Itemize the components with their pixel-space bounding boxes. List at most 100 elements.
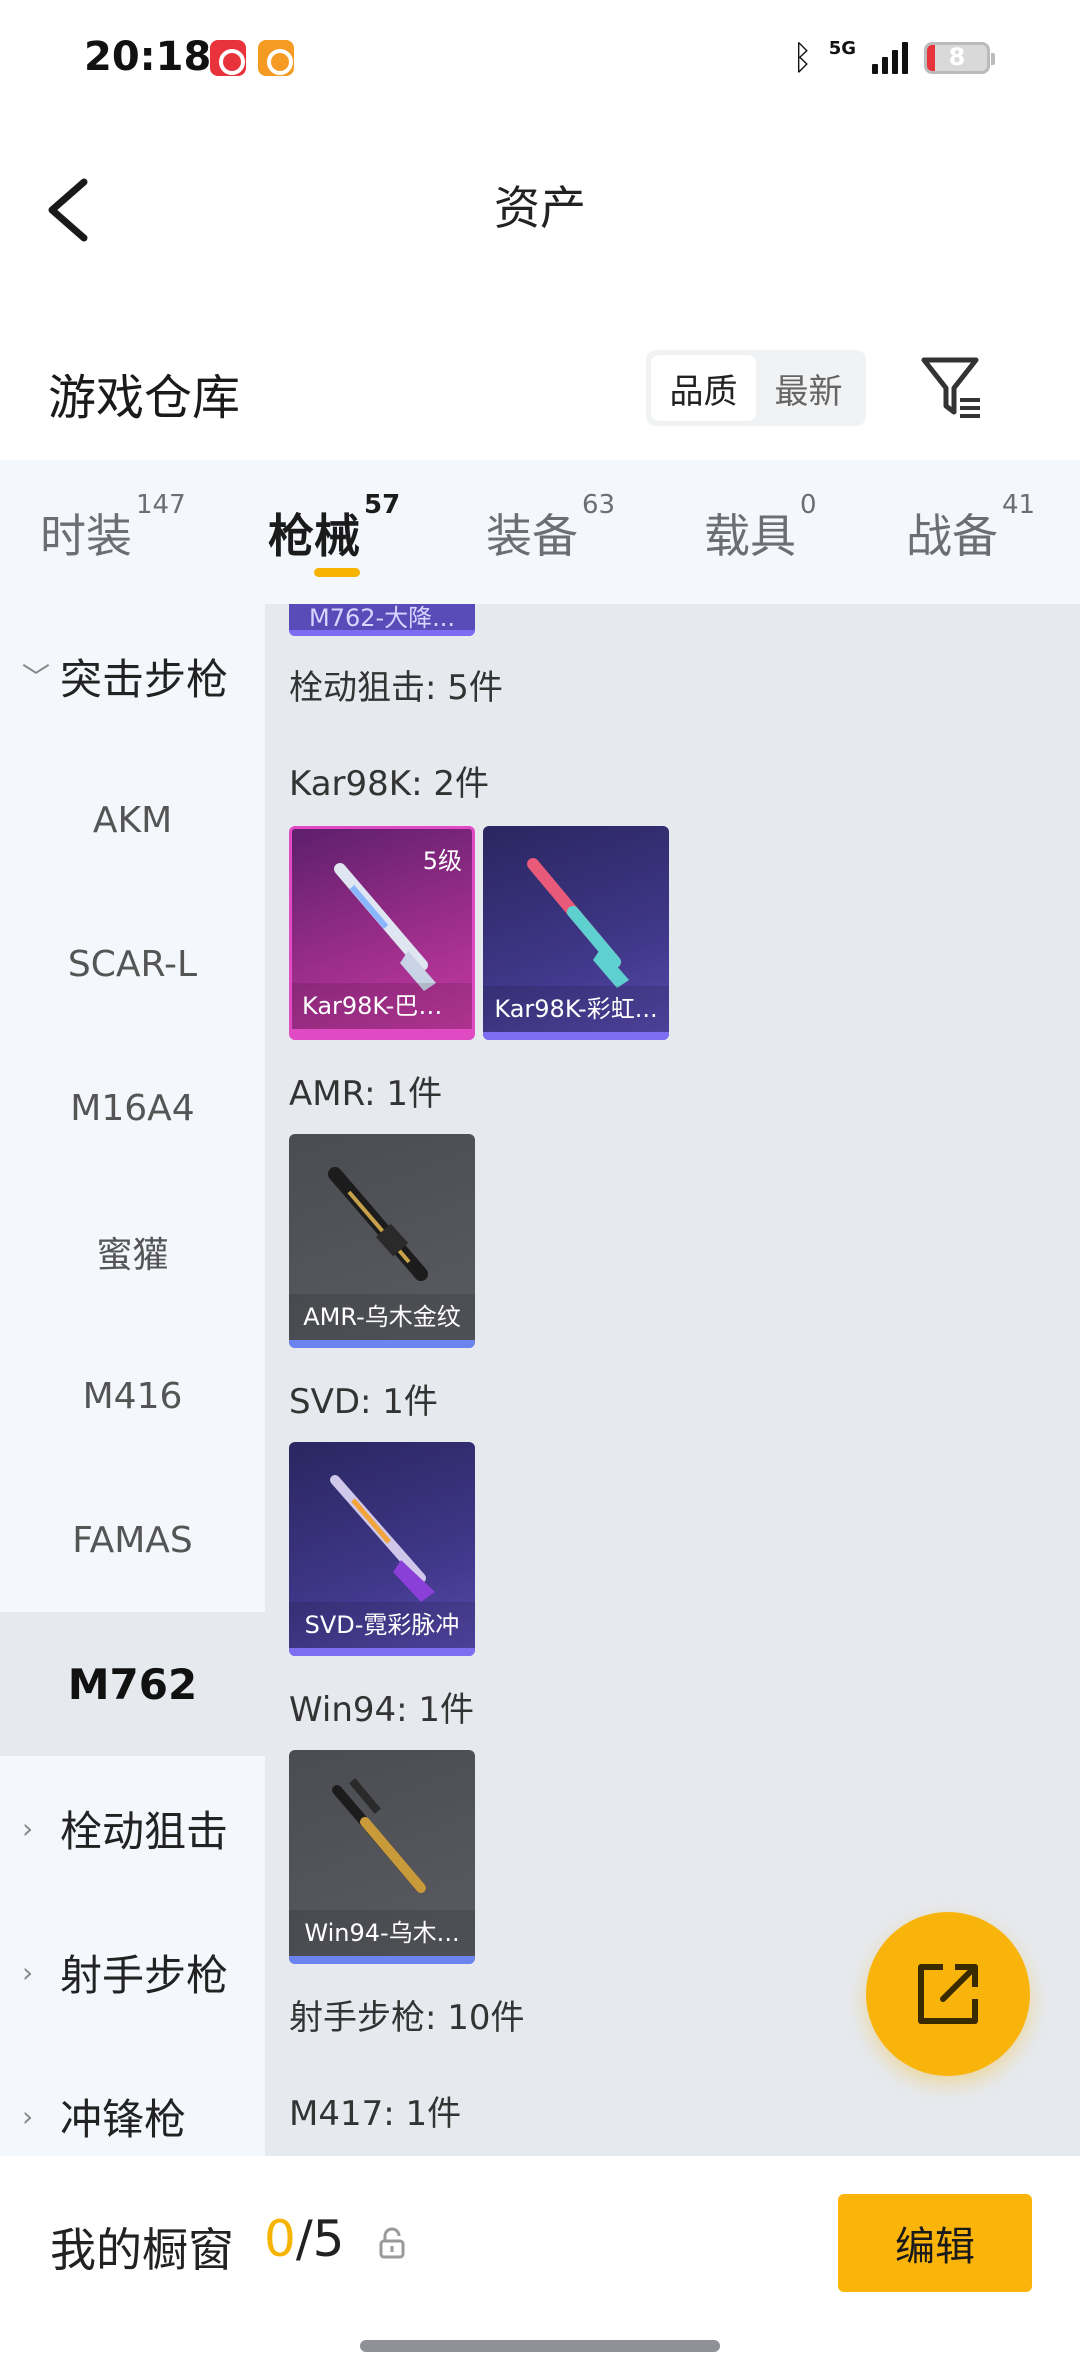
- warehouse-header: 游戏仓库 品质 最新: [0, 330, 1080, 460]
- card-name: Kar98K-彩虹...: [483, 986, 669, 1032]
- sidebar-item-akm[interactable]: AKM: [0, 748, 265, 892]
- nav-bar: 资产: [0, 120, 1080, 290]
- sidebar-item-m762[interactable]: M762: [0, 1612, 265, 1756]
- tab-count: 41: [1002, 490, 1036, 520]
- tab-count: 0: [800, 490, 817, 520]
- rifle-icon: [527, 858, 629, 988]
- tab-vehicles[interactable]: 载具0: [704, 490, 817, 566]
- home-indicator: [360, 2340, 720, 2352]
- app-badge-red-icon: [210, 40, 246, 76]
- showcase-label: 我的橱窗: [50, 2223, 234, 2277]
- sidebar-item-label: 栓动狙击: [60, 1806, 229, 1856]
- chevron-down-icon: ﹀: [22, 661, 51, 694]
- tab-equipment[interactable]: 装备63: [486, 490, 615, 566]
- chevron-right-icon: ›: [22, 1811, 34, 1845]
- rifle-icon: [334, 863, 436, 991]
- app-badge-orange-icon: [258, 40, 294, 76]
- sidebar-item-m416[interactable]: M416: [0, 1324, 265, 1468]
- chevron-right-icon: ›: [22, 2099, 34, 2133]
- section-marksman: 射手步枪: 10件: [289, 1998, 525, 2038]
- card-name: M762-大降...: [309, 604, 456, 632]
- section-win94: Win94: 1件: [289, 1690, 475, 1730]
- sidebar-item-label: AKM: [92, 799, 173, 841]
- warehouse-title: 游戏仓库: [48, 370, 241, 426]
- sidebar-item-label: M762: [67, 1659, 198, 1709]
- section-m417: M417: 1件: [289, 2094, 462, 2134]
- weapon-card-svd[interactable]: SVD-霓彩脉冲: [289, 1442, 475, 1656]
- sidebar-group-marksman[interactable]: › 射手步枪: [0, 1900, 265, 2044]
- sidebar-item-label: 射手步枪: [60, 1950, 229, 2000]
- tab-label: 战备: [906, 509, 998, 563]
- section-amr: AMR: 1件: [289, 1074, 443, 1114]
- sidebar-group-bolt-action[interactable]: › 栓动狙击: [0, 1756, 265, 1900]
- rarity-bar: [292, 1029, 472, 1037]
- category-tabs: 时装147 枪械57 装备63 载具0 战备41: [0, 460, 1080, 604]
- tab-label: 时装: [40, 509, 132, 563]
- tab-battle-prep[interactable]: 战备41: [906, 490, 1035, 566]
- sidebar-group-smg[interactable]: › 冲锋枪: [0, 2044, 265, 2156]
- weapon-card-m762[interactable]: M762-大降...: [289, 604, 475, 636]
- showcase-separator: /: [295, 2210, 313, 2268]
- section-svd: SVD: 1件: [289, 1382, 438, 1422]
- sidebar-item-label: FAMAS: [72, 1519, 193, 1561]
- status-time: 20:18: [84, 34, 212, 80]
- card-name: Win94-乌木...: [289, 1910, 475, 1956]
- sidebar-item-label: 蜜獾: [96, 1235, 169, 1276]
- tab-count: 147: [136, 490, 186, 520]
- sidebar-item-honey-badger[interactable]: 蜜獾: [0, 1180, 265, 1324]
- showcase-total: 5: [312, 2210, 345, 2268]
- rifle-icon: [328, 1167, 428, 1281]
- status-bar: 20:18 ᛒ 5G 8: [0, 0, 1080, 120]
- weapon-card-kar98k-1[interactable]: 5级 Kar98K-巴巴...: [289, 826, 475, 1040]
- weapon-card-kar98k-2[interactable]: Kar98K-彩虹...: [483, 826, 669, 1040]
- share-external-icon: [918, 1964, 978, 2024]
- tab-count: 57: [364, 490, 401, 520]
- tab-firearms[interactable]: 枪械57: [268, 490, 400, 566]
- chevron-right-icon: ›: [22, 1955, 34, 1989]
- card-name: Kar98K-巴巴...: [292, 983, 472, 1029]
- sidebar-item-label: 冲锋枪: [60, 2094, 187, 2144]
- sort-option-quality[interactable]: 品质: [651, 355, 756, 421]
- page-title: 资产: [494, 181, 586, 235]
- weapon-card-amr[interactable]: AMR-乌木金纹: [289, 1134, 475, 1348]
- showcase-count: 0/5: [264, 2210, 344, 2268]
- sort-option-latest[interactable]: 最新: [756, 355, 861, 421]
- card-name: AMR-乌木金纹: [289, 1294, 475, 1340]
- battery-level: 8: [948, 43, 966, 71]
- section-kar98k: Kar98K: 2件: [289, 764, 489, 804]
- sidebar-item-label: M16A4: [70, 1087, 195, 1129]
- share-button[interactable]: [866, 1912, 1030, 2076]
- rarity-bar: [483, 1032, 669, 1040]
- sort-toggle: 品质 最新: [646, 350, 866, 426]
- tab-label: 枪械: [268, 509, 360, 563]
- sidebar-item-famas[interactable]: FAMAS: [0, 1468, 265, 1612]
- rarity-bar: [289, 1340, 475, 1348]
- bluetooth-icon: ᛒ: [792, 38, 813, 78]
- tab-label: 载具: [704, 509, 796, 563]
- lock-icon: [379, 2227, 405, 2259]
- sidebar-item-m16a4[interactable]: M16A4: [0, 1036, 265, 1180]
- rarity-bar: [289, 1956, 475, 1964]
- battery-icon: 8: [924, 42, 995, 74]
- filter-icon: [921, 357, 980, 418]
- tab-fashion[interactable]: 时装147: [40, 490, 186, 566]
- weapon-category-sidebar: ﹀ 突击步枪 AKM SCAR-L M16A4 蜜獾 M416 FAMAS M7…: [0, 604, 265, 2156]
- sidebar-item-label: 突击步枪: [60, 654, 229, 704]
- rarity-bar: [289, 1648, 475, 1656]
- showcase-bar: 我的橱窗 0/5 编辑: [0, 2156, 1080, 2373]
- filter-button[interactable]: [920, 354, 984, 422]
- sidebar-item-label: SCAR-L: [67, 943, 198, 985]
- showcase-current: 0: [264, 2210, 296, 2268]
- rifle-icon: [330, 1475, 435, 1602]
- weapon-card-win94[interactable]: Win94-乌木...: [289, 1750, 475, 1964]
- tab-indicator: [314, 568, 360, 577]
- tab-label: 装备: [486, 509, 578, 563]
- edit-button[interactable]: 编辑: [838, 2194, 1032, 2292]
- card-name: SVD-霓彩脉冲: [289, 1602, 475, 1648]
- sidebar-group-assault-rifles[interactable]: ﹀ 突击步枪: [0, 604, 265, 748]
- section-bolt-action: 栓动狙击: 5件: [289, 668, 503, 708]
- sidebar-item-scar-l[interactable]: SCAR-L: [0, 892, 265, 1036]
- network-type: 5G: [828, 37, 856, 59]
- rifle-icon: [332, 1778, 426, 1893]
- status-icons: ᛒ 5G 8: [792, 37, 995, 78]
